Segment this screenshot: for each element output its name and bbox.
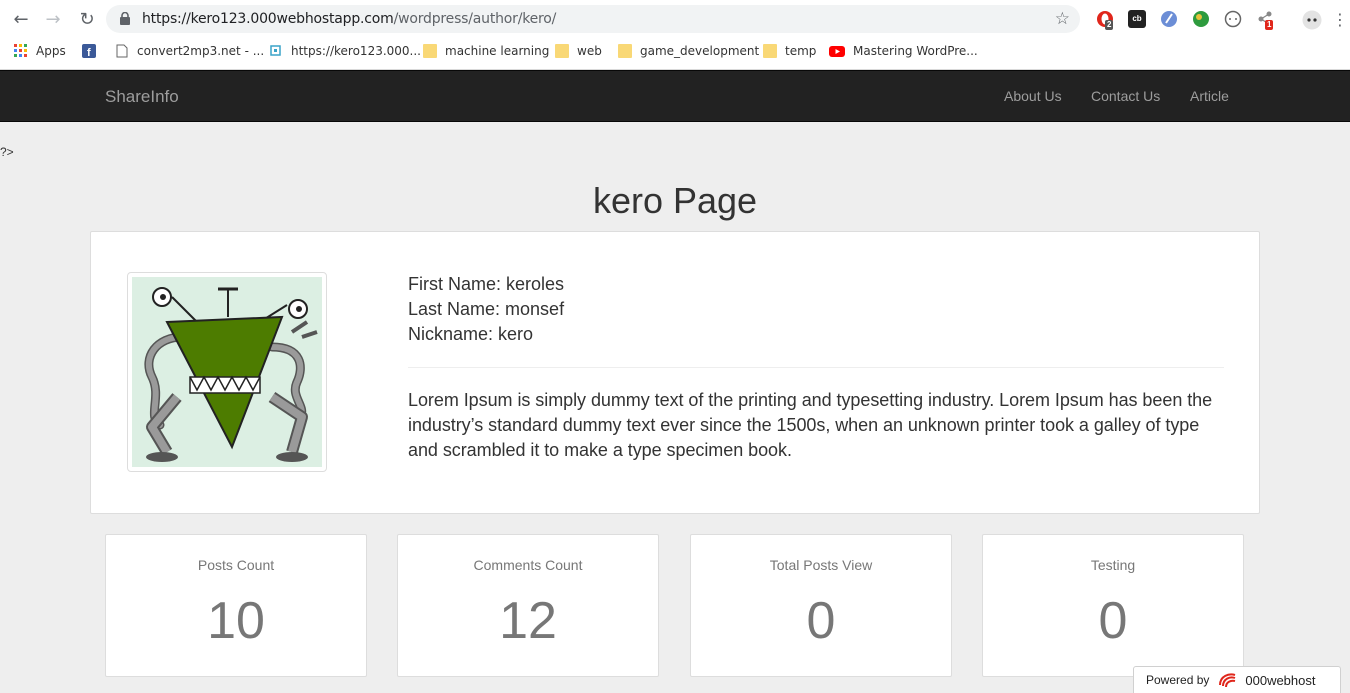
first-name: First Name: keroles [408,274,565,294]
bookmark-label: game_development [640,44,760,58]
share-extension-icon[interactable]: 1 [1256,10,1274,30]
globe-extension-icon[interactable] [1192,10,1210,28]
site-icon [270,45,281,56]
back-arrow-icon[interactable]: ← [10,8,32,30]
page-icon [116,44,128,58]
bookmark-label: convert2mp3.net - ... [137,44,265,58]
url-text: https://kero123.000webhostapp.com/wordpr… [142,11,557,27]
stat-value: 0 [1098,592,1128,650]
page-title: kero Page [592,180,758,221]
divider [408,367,1224,368]
extension-badge: 1 [1265,20,1274,30]
bookmark-folder-web[interactable]: web [555,42,602,60]
bookmarks-bar: Apps f convert2mp3.net - ... https://ker… [0,38,1350,64]
browser-menu-icon[interactable]: ⋮ [1332,8,1348,30]
dots-extension-icon[interactable] [1224,10,1242,28]
browser-toolbar: ← → ↻ https://kero123.000webhostapp.com/… [0,0,1350,38]
bookmark-label: machine learning [445,44,550,58]
profile-info: First Name: keroles Last Name: monsef Ni… [408,272,1224,463]
site-navbar: ShareInfo About Us Contact Us Article [0,70,1350,122]
bookmark-folder-machine-learning[interactable]: machine learning [423,42,549,60]
bookmark-convert2mp3[interactable]: convert2mp3.net - ... [115,42,264,60]
stat-title: Posts Count [197,557,275,573]
stat-card-comments-count: Comments Count 12 [397,534,659,677]
lock-icon [120,12,130,25]
browser-chrome: ← → ↻ https://kero123.000webhostapp.com/… [0,0,1350,70]
nav-article[interactable]: Article [1190,88,1229,104]
bookmark-star-icon[interactable]: ☆ [1055,9,1070,29]
bookmark-label: temp [785,44,817,58]
000webhost-logo-icon [1219,673,1236,688]
folder-icon [423,44,437,58]
forward-arrow-icon[interactable]: → [42,8,64,30]
stat-card-posts-count: Posts Count 10 [105,534,367,677]
stat-title: Total Posts View [769,557,873,573]
bookmark-label: https://kero123.000... [291,44,421,58]
facebook-icon: f [82,44,96,58]
powered-by-badge[interactable]: Powered by 000webhost [1133,666,1341,693]
host-brand-name: 000webhost [1245,672,1316,688]
stat-value: 12 [499,592,557,650]
folder-icon [763,44,777,58]
bookmark-folder-temp[interactable]: temp [763,42,816,60]
cb-extension-icon[interactable]: cb [1128,10,1146,28]
svg-text:f: f [87,47,91,58]
stat-value: 0 [806,592,836,650]
last-name: Last Name: monsef [408,299,565,319]
address-bar[interactable]: https://kero123.000webhostapp.com/wordpr… [106,5,1080,33]
reload-icon[interactable]: ↻ [76,8,98,30]
extension-badge: 2 [1105,20,1114,30]
site-brand[interactable]: ShareInfo [105,87,179,107]
stat-title: Testing [1090,557,1136,573]
avatar [127,272,327,472]
feather-extension-icon[interactable] [1160,10,1178,28]
nav-contact-us[interactable]: Contact Us [1091,88,1160,104]
nickname: Nickname: kero [408,324,534,344]
bookmark-label: web [577,44,602,58]
bookmark-apps[interactable]: Apps [14,42,66,60]
stat-title: Comments Count [473,557,583,573]
stray-php-tag-text: ?> [0,145,14,159]
robot-avatar-image [132,277,322,467]
bookmark-kero123[interactable]: https://kero123.000... [269,42,421,60]
profile-panel: First Name: keroles Last Name: monsef Ni… [90,231,1260,514]
bookmark-label: Mastering WordPre... [853,44,978,58]
bio-text: Lorem Ipsum is simply dummy text of the … [408,390,1213,460]
folder-icon [618,44,632,58]
stat-card-testing: Testing 0 [982,534,1244,677]
apps-grid-icon [14,44,27,57]
bookmark-mastering-wordpress[interactable]: Mastering WordPre... [829,42,978,60]
opera-extension-icon[interactable]: 2 [1096,10,1114,30]
bookmark-folder-game-development[interactable]: game_development [618,42,759,60]
bookmark-facebook[interactable]: f [82,42,104,60]
profile-avatar-icon[interactable] [1302,10,1322,30]
stat-card-total-posts-view: Total Posts View 0 [690,534,952,677]
folder-icon [555,44,569,58]
bookmark-label: Apps [36,44,66,58]
nav-about-us[interactable]: About Us [1004,88,1062,104]
youtube-icon [829,46,845,57]
powered-by-label: Powered by [1146,673,1210,687]
stat-value: 10 [207,592,265,650]
